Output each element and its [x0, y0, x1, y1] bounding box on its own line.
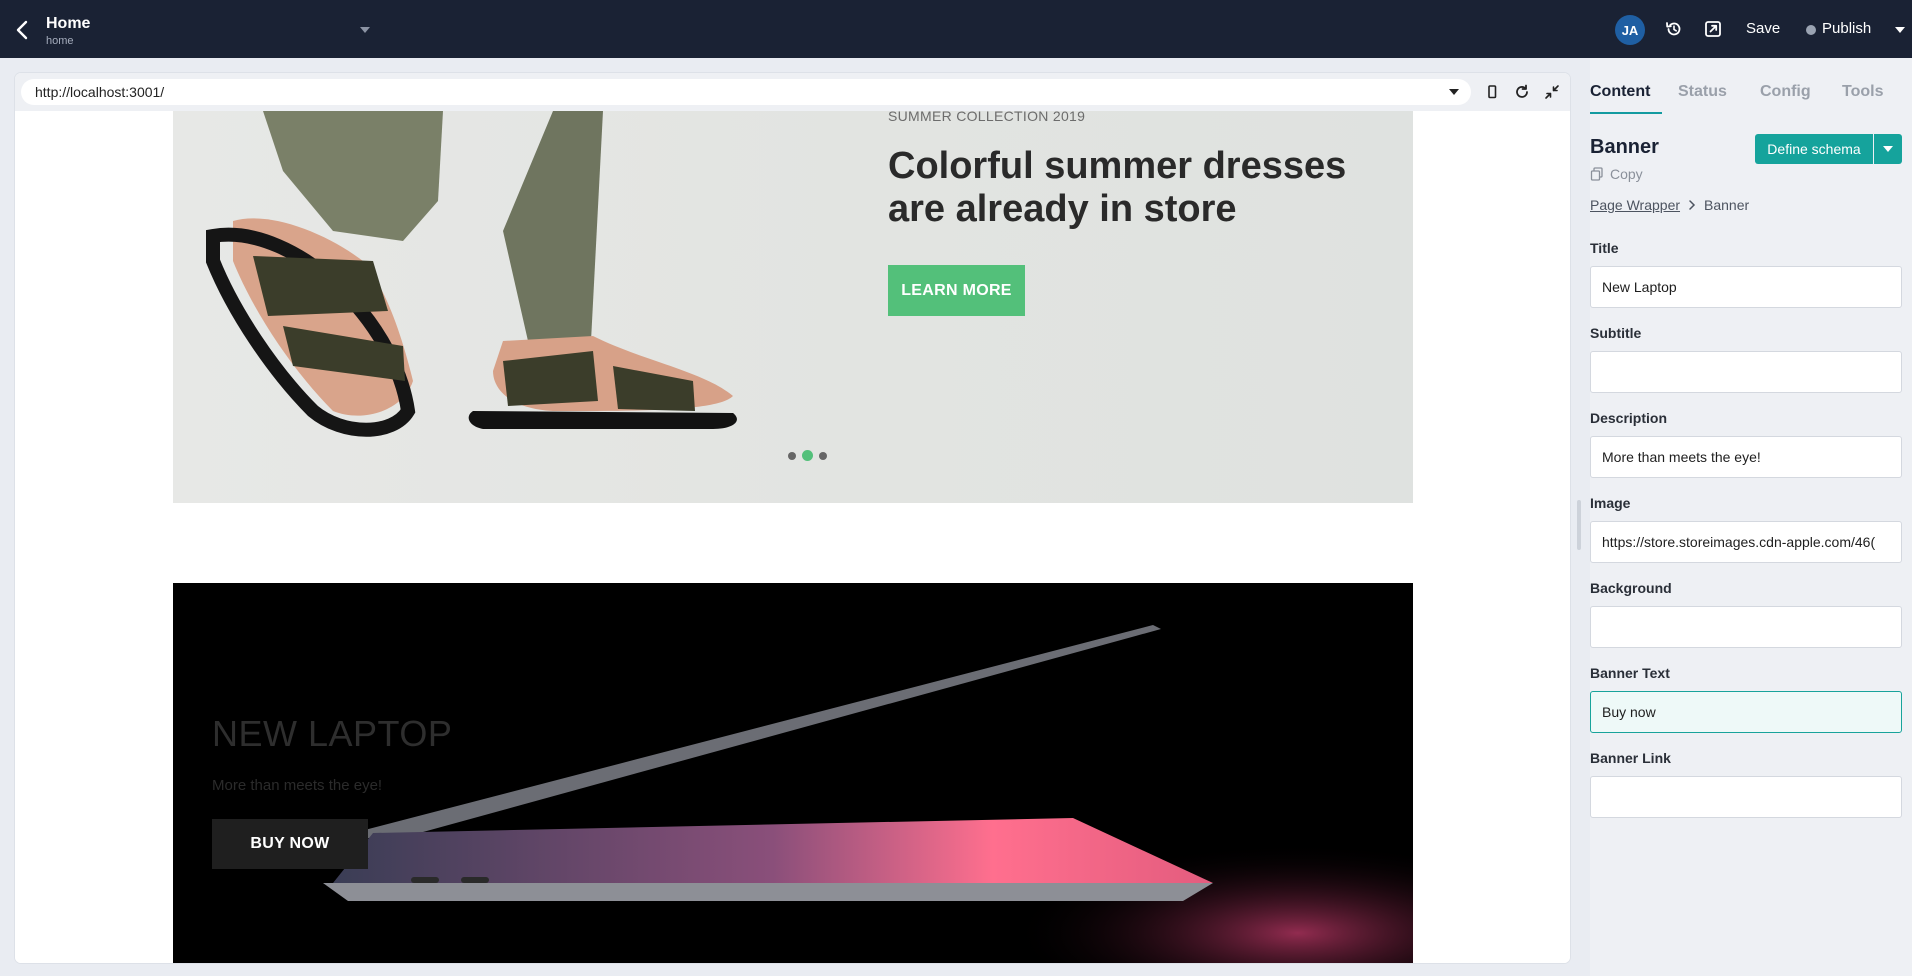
- tab-status[interactable]: Status: [1678, 83, 1727, 101]
- banner-subtitle: SUMMER COLLECTION 2019: [888, 111, 1086, 124]
- subtitle-field[interactable]: [1590, 351, 1902, 393]
- carousel-dot[interactable]: [819, 451, 827, 460]
- field-label-title: Title: [1590, 240, 1619, 256]
- banner-link-field[interactable]: [1590, 776, 1902, 818]
- field-label-background: Background: [1590, 580, 1672, 596]
- open-external-icon[interactable]: [1703, 19, 1723, 39]
- hero-banner-summer[interactable]: SUMMER COLLECTION 2019 Colorful summer d…: [173, 111, 1413, 503]
- field-label-image: Image: [1590, 495, 1631, 511]
- background-field[interactable]: [1590, 606, 1902, 648]
- panel-resize-handle[interactable]: [1577, 500, 1581, 550]
- panel-tabs: Content Status Config Tools: [1590, 58, 1912, 114]
- breadcrumb: Page Wrapper Banner: [1590, 197, 1749, 213]
- history-icon[interactable]: [1664, 19, 1684, 39]
- publish-button[interactable]: Publish: [1822, 20, 1871, 37]
- chevron-right-icon: [1689, 200, 1696, 210]
- top-bar: Home home JA Save Publish: [0, 0, 1912, 58]
- learn-more-button[interactable]: LEARN MORE: [888, 265, 1025, 316]
- page-switcher-chevron-icon[interactable]: [360, 27, 370, 33]
- collapse-icon[interactable]: [1543, 83, 1561, 101]
- laptop-photo: [323, 625, 1413, 963]
- define-schema-button[interactable]: Define schema: [1755, 134, 1873, 164]
- title-field[interactable]: [1590, 266, 1902, 308]
- banner-text-field[interactable]: [1590, 691, 1902, 733]
- schema-options-chevron-icon[interactable]: [1874, 134, 1902, 164]
- carousel-dots: [788, 450, 827, 461]
- publish-options-chevron-icon[interactable]: [1895, 27, 1905, 33]
- copy-button[interactable]: Copy: [1590, 166, 1643, 182]
- refresh-icon[interactable]: [1513, 83, 1531, 101]
- component-title: Banner: [1590, 136, 1659, 158]
- field-label-description: Description: [1590, 410, 1668, 426]
- url-dropdown-chevron-icon[interactable]: [1449, 89, 1459, 95]
- tab-tools[interactable]: Tools: [1842, 83, 1883, 101]
- url-bar: [15, 73, 1570, 111]
- copy-icon: [1590, 167, 1603, 181]
- url-input[interactable]: [21, 79, 1471, 105]
- buy-now-button[interactable]: BUY NOW: [212, 819, 368, 869]
- publish-status-dot: [1806, 25, 1816, 35]
- hero-banner-laptop[interactable]: NEW LAPTOP More than meets the eye! BUY …: [173, 583, 1413, 963]
- preview-frame: SUMMER COLLECTION 2019 Colorful summer d…: [15, 73, 1570, 963]
- field-label-banner-link: Banner Link: [1590, 750, 1671, 766]
- sandals-photo: [206, 111, 737, 437]
- field-label-subtitle: Subtitle: [1590, 325, 1642, 341]
- image-url-field[interactable]: [1590, 521, 1902, 563]
- laptop-banner-title: NEW LAPTOP: [212, 713, 453, 754]
- carousel-dot-active[interactable]: [802, 450, 813, 461]
- mobile-view-icon[interactable]: [1483, 83, 1501, 101]
- back-arrow-icon[interactable]: [12, 18, 34, 42]
- site-preview: SUMMER COLLECTION 2019 Colorful summer d…: [15, 111, 1570, 963]
- page-slug: home: [46, 35, 74, 47]
- banner-title: Colorful summer dresses are already in s…: [888, 145, 1347, 230]
- properties-panel: Content Status Config Tools Banner Copy …: [1590, 58, 1912, 976]
- field-label-banner-text: Banner Text: [1590, 665, 1670, 681]
- save-button[interactable]: Save: [1746, 20, 1780, 37]
- breadcrumb-page-wrapper[interactable]: Page Wrapper: [1590, 197, 1680, 213]
- tab-content[interactable]: Content: [1590, 83, 1650, 101]
- page-title: Home: [46, 15, 91, 32]
- breadcrumb-current: Banner: [1704, 197, 1750, 213]
- active-tab-indicator: [1590, 112, 1662, 114]
- laptop-banner-description: More than meets the eye!: [212, 777, 383, 794]
- tab-config[interactable]: Config: [1760, 83, 1811, 101]
- carousel-dot[interactable]: [788, 451, 796, 460]
- copy-label: Copy: [1610, 166, 1643, 182]
- description-field[interactable]: [1590, 436, 1902, 478]
- user-avatar[interactable]: JA: [1615, 15, 1645, 45]
